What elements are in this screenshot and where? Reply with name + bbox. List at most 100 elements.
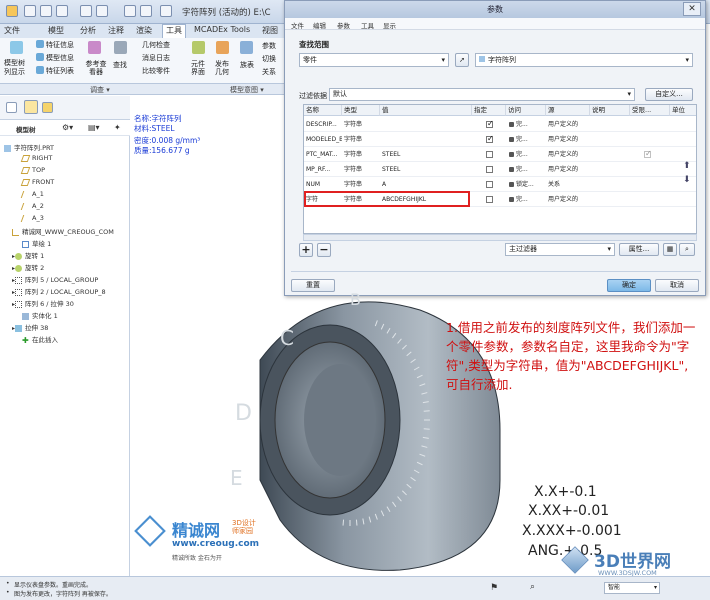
menu-params[interactable]: 参数 — [337, 20, 350, 30]
binoculars-icon[interactable]: ⌕ — [679, 243, 695, 256]
col-header-value[interactable]: 值 — [380, 105, 472, 116]
param-access-cell[interactable]: 完... — [516, 132, 546, 147]
restricted-checkbox[interactable] — [644, 149, 652, 158]
designate-checkbox[interactable] — [486, 166, 493, 173]
tree-item-a1[interactable]: A_1 — [20, 190, 44, 198]
reference-viewer-icon[interactable] — [88, 41, 101, 54]
designate-checkbox[interactable] — [486, 119, 494, 128]
param-description-cell[interactable] — [592, 147, 630, 162]
redo-icon[interactable] — [96, 5, 108, 17]
param-name-cell[interactable]: DESCRIP... — [306, 117, 342, 132]
param-value-cell[interactable]: STEEL — [382, 162, 470, 177]
parameters-button[interactable]: 参数 — [262, 41, 276, 51]
tab-mcadex[interactable]: MCADEx Tools — [194, 25, 250, 34]
undo-icon[interactable] — [80, 5, 92, 17]
remove-parameter-button[interactable]: − — [317, 243, 331, 257]
investigate-group[interactable]: 调查 ▾ — [90, 85, 110, 95]
scope-object-select[interactable]: 字符阵列 ▾ — [475, 53, 693, 67]
param-type-cell[interactable]: 字符串 — [344, 117, 380, 132]
cancel-button[interactable]: 取消 — [655, 279, 699, 292]
param-value-cell[interactable] — [382, 117, 470, 132]
flag-icon[interactable]: ⚑ — [490, 583, 498, 593]
tree-columns-icon[interactable]: ▤▾ — [88, 123, 100, 132]
param-value-cell[interactable]: STEEL — [382, 147, 470, 162]
tab-file[interactable]: 文件 — [4, 25, 20, 36]
col-header-restricted[interactable]: 受限... — [630, 105, 670, 116]
favorites-icon[interactable] — [42, 102, 53, 113]
designate-checkbox[interactable] — [486, 134, 494, 143]
ok-button[interactable]: 确定 — [607, 279, 651, 292]
param-access-cell[interactable]: 完... — [516, 147, 546, 162]
param-value-cell[interactable] — [382, 132, 470, 147]
feature-info-button[interactable]: 特征信息 — [46, 40, 74, 50]
tab-render[interactable]: 渲染 — [136, 25, 152, 36]
param-name-cell[interactable]: PTC_MAT... — [306, 147, 342, 162]
find-icon[interactable]: ⌕ — [530, 582, 535, 592]
tree-item-revolve2[interactable]: ▸ 旋转 2 — [12, 262, 44, 272]
tab-tools[interactable]: 工具 — [162, 24, 186, 38]
param-type-cell[interactable]: 字符串 — [344, 162, 380, 177]
param-name-cell[interactable]: NUM — [306, 177, 342, 192]
col-header-type[interactable]: 类型 — [342, 105, 380, 116]
param-description-cell[interactable] — [592, 117, 630, 132]
tab-model[interactable]: 模型 — [48, 25, 64, 36]
menu-file[interactable]: 文件 — [291, 20, 304, 30]
tree-settings-icon[interactable]: ⚙▾ — [62, 123, 73, 132]
param-access-cell[interactable]: 完... — [516, 117, 546, 132]
scope-type-select[interactable]: 零件 ▾ — [299, 53, 449, 67]
tree-item-insert-here[interactable]: ✚ 在此插入 — [22, 334, 58, 344]
new-file-icon[interactable] — [24, 5, 36, 17]
horizontal-scrollbar[interactable] — [303, 234, 697, 241]
col-header-designate[interactable]: 指定 — [472, 105, 506, 116]
customize-button[interactable]: 自定义... — [645, 88, 693, 101]
tree-item-front[interactable]: FRONT — [20, 178, 54, 186]
tree-item-coord[interactable]: 精诚网_WWW_CREOUG_COM — [12, 226, 114, 236]
menu-edit[interactable]: 编辑 — [313, 20, 326, 30]
find-icon[interactable] — [114, 41, 127, 54]
move-up-icon[interactable]: ⬆ — [683, 161, 691, 171]
tree-view-icon[interactable] — [6, 102, 17, 113]
col-header-unit[interactable]: 单位 — [670, 105, 696, 116]
tree-item-a3[interactable]: A_3 — [20, 214, 44, 222]
feature-list-button[interactable]: 特征列表 — [46, 66, 74, 76]
dialog-close-button[interactable]: ✕ — [683, 2, 701, 16]
menu-tools[interactable]: 工具 — [361, 20, 374, 30]
window-icon[interactable] — [140, 5, 152, 17]
designate-checkbox[interactable] — [486, 151, 493, 158]
select-arrow-button[interactable]: ➚ — [455, 53, 469, 67]
param-type-cell[interactable]: 字符串 — [344, 177, 380, 192]
add-parameter-button[interactable]: + — [299, 243, 313, 257]
tree-item-root[interactable]: 字符阵列.PRT — [4, 142, 54, 152]
param-type-cell[interactable]: 字符串 — [344, 147, 380, 162]
tab-annotate[interactable]: 注释 — [108, 25, 124, 36]
tree-item-a2[interactable]: A_2 — [20, 202, 44, 210]
close-window-icon[interactable] — [160, 5, 172, 17]
param-value-cell[interactable]: A — [382, 177, 470, 192]
move-down-icon[interactable]: ⬇ — [683, 175, 691, 185]
param-type-cell[interactable]: 字符串 — [344, 132, 380, 147]
save-icon[interactable] — [56, 5, 68, 17]
folder-browser-icon[interactable] — [24, 100, 38, 114]
tab-view[interactable]: 视图 — [262, 25, 278, 36]
model-intent-group[interactable]: 模型意图 ▾ — [230, 85, 264, 95]
col-header-access[interactable]: 访问 — [506, 105, 546, 116]
tree-item-revolve1[interactable]: ▸ 旋转 1 — [12, 250, 44, 260]
regenerate-icon[interactable] — [124, 5, 136, 17]
col-header-name[interactable]: 名称 — [304, 105, 342, 116]
tree-item-extrude38[interactable]: ▸ 拉伸 38 — [12, 322, 48, 332]
table-view-icon[interactable]: ▦ — [663, 243, 677, 256]
open-file-icon[interactable] — [40, 5, 52, 17]
param-description-cell[interactable] — [592, 132, 630, 147]
designate-checkbox[interactable] — [486, 196, 493, 203]
col-header-source[interactable]: 源 — [546, 105, 590, 116]
tree-item-top[interactable]: TOP — [20, 166, 45, 174]
compare-part-button[interactable]: 比较零件 — [142, 66, 170, 76]
switch-button[interactable]: 切换 — [262, 54, 276, 64]
component-interface-icon[interactable] — [192, 41, 205, 54]
model-tree-icon[interactable] — [10, 41, 23, 54]
selection-filter-select[interactable]: 智能 ▾ — [604, 582, 660, 594]
param-name-cell[interactable]: MODELED_BY — [306, 132, 342, 147]
param-description-cell[interactable] — [592, 162, 630, 177]
tree-expand-icon[interactable]: ✦ — [114, 123, 121, 132]
filter-select[interactable]: 默认 ▾ — [329, 88, 635, 101]
